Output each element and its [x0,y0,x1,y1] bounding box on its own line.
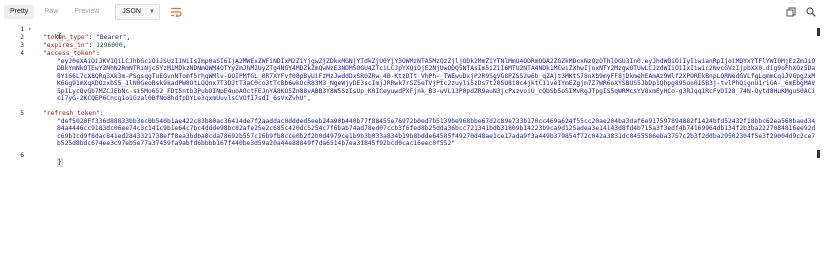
refresh-token-value: "def5020Ff336d88833bb3ec0b540b1ae422c83b… [57,118,816,148]
copy-button[interactable] [785,6,797,18]
json-line: "eyJ0eXAiOiJKV1QiLCJhbGciOiJSUzI1NiIsImp… [57,58,817,102]
json-line: "access_token": [43,50,100,57]
json-line: "expires_in": 1296000, [43,42,126,49]
line-number: 2 [20,34,24,41]
line-number: 1 [20,26,24,33]
response-body-editor[interactable]: 1 2 3 4 5 6 ▾ { "token_type": "Bearer", … [0,24,825,258]
json-colon: : [99,110,104,117]
response-toolbar: Pretty Raw Preview JSON ▼ [0,0,825,24]
json-key: "token_type" [43,34,89,41]
wrap-lines-icon [170,7,182,17]
json-line: } [35,152,63,174]
preview-tab[interactable]: Preview [68,5,105,19]
line-number: 6 [20,152,24,159]
toolbar-right-icons [785,6,817,18]
json-line: "token_type": "Bearer", [43,34,130,41]
json-value: 1296000 [96,42,123,49]
json-colon: : [88,34,97,41]
search-button[interactable] [805,6,817,18]
vertical-scrollbar[interactable] [817,24,821,204]
json-comma: , [126,34,131,41]
line-number: 4 [20,50,24,57]
pretty-tab[interactable]: Pretty [4,5,35,19]
close-brace: } [56,158,63,168]
format-select[interactable]: JSON ▼ [115,4,160,20]
json-line: "def5020Ff336d88833bb3ec0b540b1ae422c83b… [57,118,817,148]
line-number: 3 [20,42,24,49]
json-line: "refresh_token": [43,110,104,117]
wrap-lines-button[interactable] [168,5,184,19]
json-key: "refresh_token" [43,110,100,117]
json-key: "expires_in" [43,42,89,49]
format-select-value: JSON [122,8,141,15]
raw-tab[interactable]: Raw [38,5,64,19]
json-comma: , [122,42,127,49]
scroll-marker [817,150,820,158]
fold-toggle-icon[interactable]: ▾ [28,26,34,33]
json-comma: , [307,95,312,103]
line-number: 5 [20,110,24,117]
json-colon: : [96,50,100,57]
json-value: "Bearer" [96,34,127,41]
json-colon: : [88,42,97,49]
access-token-value: "eyJ0eXAiOiJKV1QiLCJhbGciOiJSUzI1NiIsImp… [57,58,816,103]
chevron-down-icon: ▼ [148,9,155,15]
search-icon [806,7,816,17]
scroll-marker [817,28,820,36]
copy-icon [786,7,796,17]
json-key: "access_token" [43,50,97,57]
